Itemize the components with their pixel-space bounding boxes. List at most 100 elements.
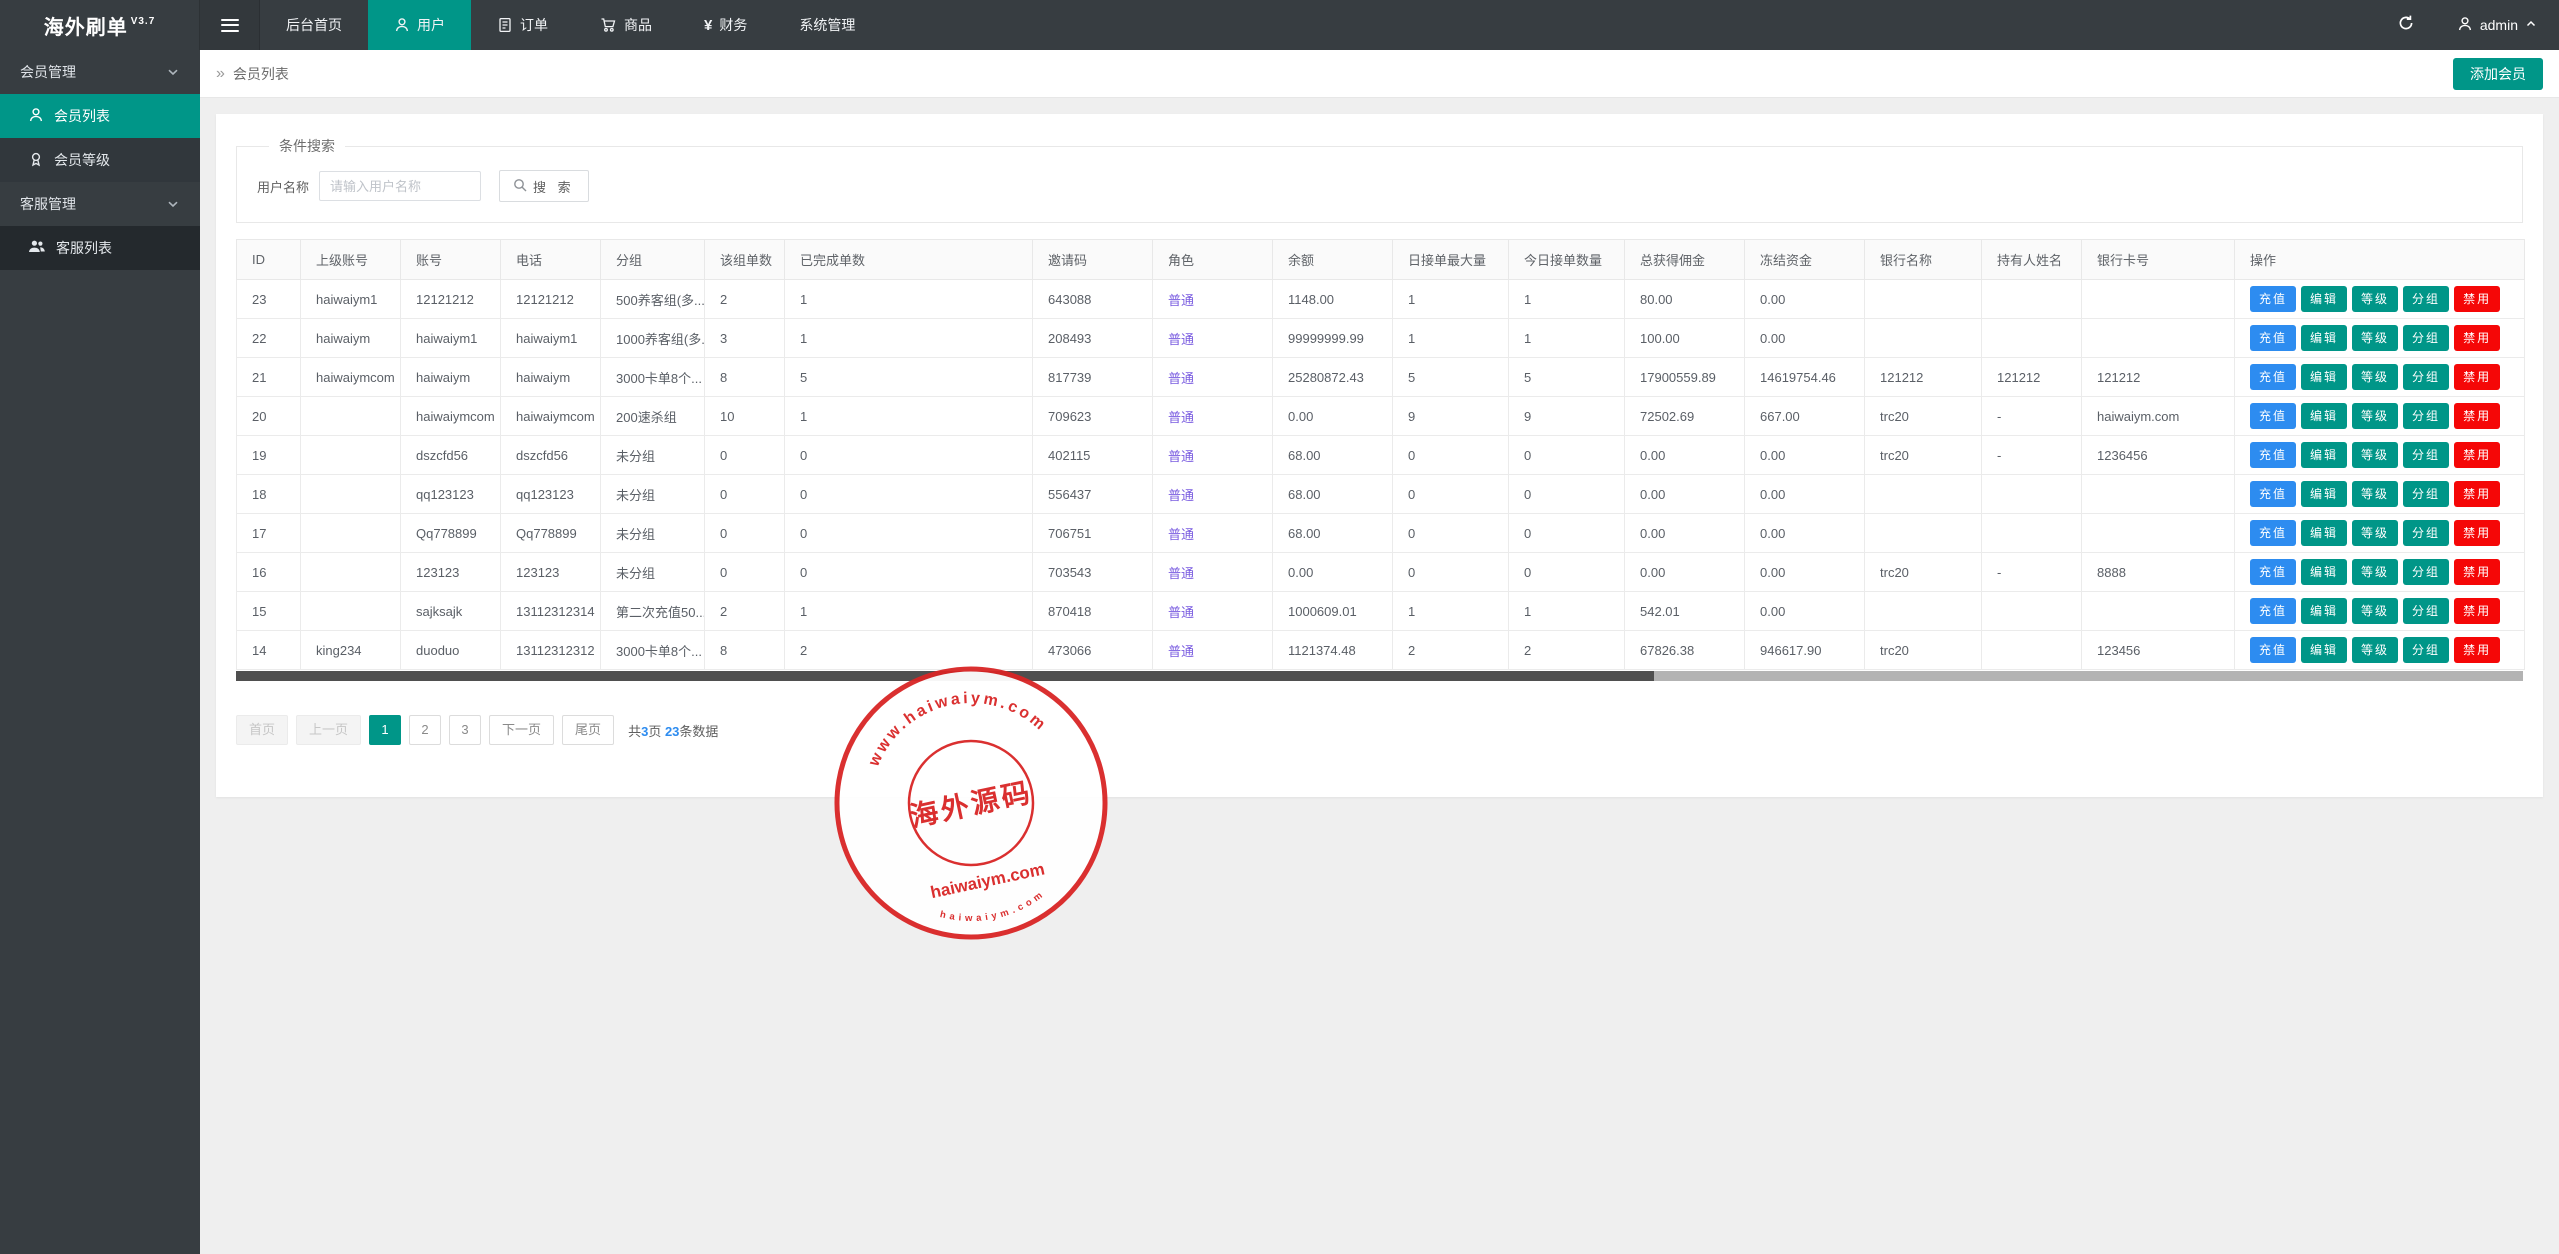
level-button[interactable]: 等级: [2352, 403, 2399, 429]
sidebar-toggle-button[interactable]: [200, 0, 260, 50]
level-button[interactable]: 等级: [2352, 325, 2399, 351]
disable-button[interactable]: 禁用: [2454, 364, 2501, 390]
role-link[interactable]: 普通: [1168, 566, 1194, 581]
disable-button[interactable]: 禁用: [2454, 403, 2501, 429]
refresh-button[interactable]: [2377, 0, 2435, 50]
table-cell: [1864, 318, 1982, 358]
role-link[interactable]: 普通: [1168, 293, 1194, 308]
disable-button[interactable]: 禁用: [2454, 325, 2501, 351]
edit-button[interactable]: 编辑: [2301, 442, 2348, 468]
recharge-button[interactable]: 充值: [2250, 637, 2297, 663]
recharge-button[interactable]: 充值: [2250, 364, 2297, 390]
group-button[interactable]: 分组: [2403, 598, 2450, 624]
sidebar-group-member-management[interactable]: 会员管理: [0, 50, 200, 94]
edit-button[interactable]: 编辑: [2301, 559, 2348, 585]
table-cell: haiwaiym: [400, 357, 501, 397]
role-link[interactable]: 普通: [1168, 527, 1194, 542]
recharge-button[interactable]: 充值: [2250, 559, 2297, 585]
table-cell: 未分组: [600, 474, 705, 514]
pagination-prev-button[interactable]: 上一页: [296, 715, 362, 745]
pagination-page-button[interactable]: 3: [449, 715, 482, 745]
recharge-button[interactable]: 充值: [2250, 481, 2297, 507]
group-button[interactable]: 分组: [2403, 403, 2450, 429]
pagination-next-button[interactable]: 下一页: [489, 715, 555, 745]
group-button[interactable]: 分组: [2403, 325, 2450, 351]
edit-button[interactable]: 编辑: [2301, 364, 2348, 390]
role-link[interactable]: 普通: [1168, 410, 1194, 425]
sidebar-group-label: 客服管理: [20, 196, 76, 212]
sidebar-group-service-management[interactable]: 客服管理: [0, 182, 200, 226]
group-button[interactable]: 分组: [2403, 481, 2450, 507]
pagination-first-button[interactable]: 首页: [236, 715, 289, 745]
recharge-button[interactable]: 充值: [2250, 520, 2297, 546]
table-cell: haiwaiym: [500, 357, 601, 397]
pagination-page-button[interactable]: 1: [369, 715, 402, 745]
role-link[interactable]: 普通: [1168, 332, 1194, 347]
nav-item-system[interactable]: 系统管理: [773, 0, 881, 50]
table-cell: 0: [1392, 513, 1509, 553]
user-menu[interactable]: admin: [2435, 0, 2559, 50]
table-cell: 817739: [1032, 357, 1153, 397]
table-cell: sajksajk: [400, 591, 501, 631]
recharge-button[interactable]: 充值: [2250, 403, 2297, 429]
disable-button[interactable]: 禁用: [2454, 481, 2501, 507]
table-cell: 0.00: [1272, 396, 1393, 436]
username-input[interactable]: [319, 171, 482, 201]
recharge-button[interactable]: 充值: [2250, 442, 2297, 468]
group-button[interactable]: 分组: [2403, 364, 2450, 390]
table-cell: haiwaiymcom: [500, 396, 601, 436]
level-button[interactable]: 等级: [2352, 481, 2399, 507]
disable-button[interactable]: 禁用: [2454, 598, 2501, 624]
recharge-button[interactable]: 充值: [2250, 325, 2297, 351]
group-button[interactable]: 分组: [2403, 520, 2450, 546]
sidebar-item-member-level[interactable]: 会员等级: [0, 138, 200, 182]
nav-item-home[interactable]: 后台首页: [260, 0, 368, 50]
role-link[interactable]: 普通: [1168, 371, 1194, 386]
edit-button[interactable]: 编辑: [2301, 325, 2348, 351]
edit-button[interactable]: 编辑: [2301, 403, 2348, 429]
edit-button[interactable]: 编辑: [2301, 637, 2348, 663]
level-button[interactable]: 等级: [2352, 598, 2399, 624]
edit-button[interactable]: 编辑: [2301, 481, 2348, 507]
disable-button[interactable]: 禁用: [2454, 286, 2501, 312]
level-button[interactable]: 等级: [2352, 520, 2399, 546]
recharge-button[interactable]: 充值: [2250, 286, 2297, 312]
nav-item-finance[interactable]: ¥ 财务: [678, 0, 773, 50]
horizontal-scrollbar[interactable]: [236, 671, 2523, 681]
pagination-last-button[interactable]: 尾页: [562, 715, 615, 745]
role-link[interactable]: 普通: [1168, 605, 1194, 620]
nav-item-products[interactable]: 商品: [574, 0, 678, 50]
level-button[interactable]: 等级: [2352, 442, 2399, 468]
group-button[interactable]: 分组: [2403, 559, 2450, 585]
disable-button[interactable]: 禁用: [2454, 442, 2501, 468]
add-member-button[interactable]: 添加会员: [2453, 57, 2543, 90]
disable-button[interactable]: 禁用: [2454, 520, 2501, 546]
role-link[interactable]: 普通: [1168, 644, 1194, 659]
group-button[interactable]: 分组: [2403, 442, 2450, 468]
table-cell: 未分组: [600, 435, 705, 475]
nav-item-orders[interactable]: 订单: [471, 0, 574, 50]
table-row: 19 dszcfd56 dszcfd56 未分组 0 0 402115 普通 68.00 0 0 0.…: [236, 435, 2525, 475]
scrollbar-thumb[interactable]: [236, 671, 1654, 681]
sidebar-item-member-list[interactable]: 会员列表: [0, 94, 200, 138]
edit-button[interactable]: 编辑: [2301, 598, 2348, 624]
disable-button[interactable]: 禁用: [2454, 559, 2501, 585]
pagination-page-button[interactable]: 2: [409, 715, 442, 745]
edit-button[interactable]: 编辑: [2301, 286, 2348, 312]
nav-item-users[interactable]: 用户: [368, 0, 471, 50]
level-button[interactable]: 等级: [2352, 637, 2399, 663]
role-cell: 普通: [1152, 591, 1273, 631]
role-link[interactable]: 普通: [1168, 488, 1194, 503]
sidebar-item-service-list[interactable]: 客服列表: [0, 226, 200, 270]
group-button[interactable]: 分组: [2403, 286, 2450, 312]
role-link[interactable]: 普通: [1168, 449, 1194, 464]
table-cell: 2: [704, 279, 785, 319]
group-button[interactable]: 分组: [2403, 637, 2450, 663]
level-button[interactable]: 等级: [2352, 286, 2399, 312]
level-button[interactable]: 等级: [2352, 559, 2399, 585]
disable-button[interactable]: 禁用: [2454, 637, 2501, 663]
edit-button[interactable]: 编辑: [2301, 520, 2348, 546]
recharge-button[interactable]: 充值: [2250, 598, 2297, 624]
search-button[interactable]: 搜 索: [499, 170, 589, 202]
level-button[interactable]: 等级: [2352, 364, 2399, 390]
